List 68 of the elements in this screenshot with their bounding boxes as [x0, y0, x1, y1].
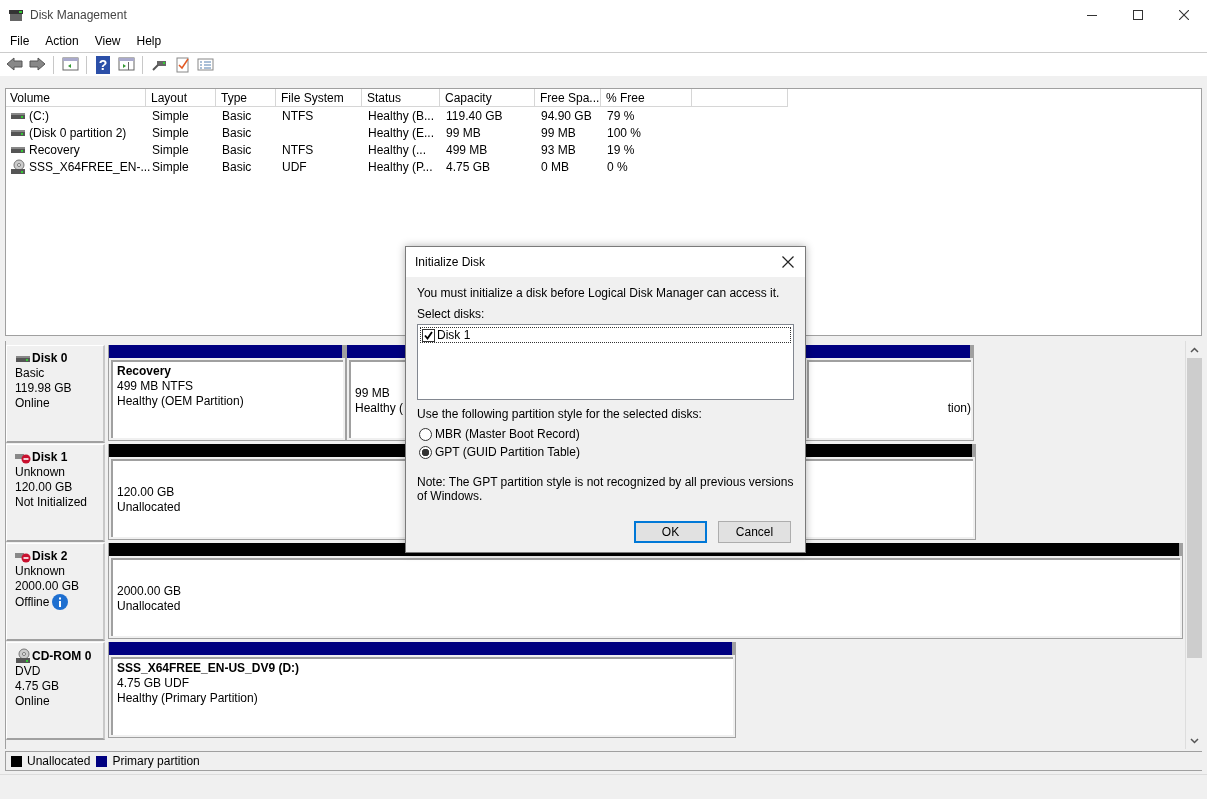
disk-status: Online — [15, 694, 50, 709]
disk-size: 4.75 GB — [15, 679, 60, 694]
table-cell: Basic — [222, 108, 252, 123]
table-cell: UDF — [282, 159, 307, 174]
disk-name: Disk 0 — [32, 351, 68, 366]
disk-status: Online — [15, 396, 50, 411]
legend-label: Unallocated — [27, 754, 91, 768]
table-cell: 99 MB — [446, 125, 481, 140]
table-cell: Basic — [222, 159, 252, 174]
table-cell: 119.40 GB — [446, 108, 503, 123]
table-cell: 99 MB — [541, 125, 576, 140]
disk-size: 2000.00 GB — [15, 579, 80, 594]
table-cell: 0 MB — [541, 159, 569, 174]
table-cell: Recovery — [29, 142, 80, 157]
table-cell: Healthy (P... — [368, 159, 433, 174]
table-cell: 93 MB — [541, 142, 576, 157]
table-cell: Basic — [222, 142, 252, 157]
table-cell: Healthy (B... — [368, 108, 435, 123]
partition-detail: Healthy (Primary Partition) — [117, 691, 258, 706]
disk-status: Not Initialized — [15, 495, 88, 510]
table-cell: 19 % — [607, 142, 635, 157]
table-cell: 94.90 GB — [541, 108, 592, 123]
table-cell: Simple — [152, 142, 189, 157]
table-cell: Simple — [152, 125, 189, 140]
disk-size: 119.98 GB — [15, 381, 72, 396]
field-label: Use the following partition style for the selected disks: — [417, 407, 703, 421]
table-cell: NTFS — [282, 142, 314, 157]
partition-detail: Unallocated — [117, 599, 181, 614]
table-cell: (Disk 0 partition 2) — [29, 125, 127, 140]
table-cell: 100 % — [607, 125, 642, 140]
table-cell: (C:) — [29, 108, 49, 123]
table-cell: NTFS — [282, 108, 314, 123]
partition-detail: 499 MB NTFS — [117, 379, 194, 394]
table-cell: Healthy (E... — [368, 125, 435, 140]
table-cell: 499 MB — [446, 142, 488, 157]
partition-name: Recovery — [117, 364, 172, 379]
partition-detail: 99 MB — [355, 386, 390, 401]
table-cell: 0 % — [607, 159, 628, 174]
partition-detail: Healthy ( — [355, 401, 404, 416]
disk-status: Offline — [15, 594, 50, 610]
partition-detail: Unallocated — [117, 500, 181, 515]
disk-type: Unknown — [15, 465, 66, 480]
partition-name: SSS_X64FREE_EN-US_DV9 (D:) — [117, 661, 300, 676]
table-cell: Healthy (... — [368, 142, 427, 157]
disk-name: Disk 2 — [32, 549, 68, 564]
disk-type: DVD — [15, 664, 41, 679]
disk-type: Basic — [15, 366, 45, 381]
disk-name: Disk 1 — [32, 450, 68, 465]
table-cell: Simple — [152, 108, 189, 123]
partition-detail: 4.75 GB UDF — [117, 676, 190, 691]
partition-detail: tion) — [947, 401, 971, 416]
legend-label: Primary partition — [112, 754, 200, 768]
partition-detail: 2000.00 GB — [117, 584, 182, 599]
window-title: Disk Management — [30, 8, 128, 22]
table-cell: 79 % — [607, 108, 635, 123]
table-cell: Basic — [222, 125, 252, 140]
disk-size: 120.00 GB — [15, 480, 73, 495]
partition-detail: 120.00 GB — [117, 485, 175, 500]
table-cell: 4.75 GB — [446, 159, 491, 174]
table-cell: Simple — [152, 159, 189, 174]
dialog-note: Note: The GPT partition style is not recognized by all previous versions of Windows. — [417, 475, 794, 503]
disk-type: Unknown — [15, 564, 66, 579]
disk-name: CD-ROM 0 — [32, 648, 92, 664]
field-label: Select disks: — [417, 307, 486, 321]
partition-detail: Healthy (OEM Partition) — [117, 394, 244, 409]
table-cell: SSS_X64FREE_EN-... — [29, 159, 151, 174]
dialog-title: Initialize Disk — [415, 255, 487, 269]
dialog-message: You must initialize a disk before Logical Disk Manager can access it. — [417, 286, 781, 300]
